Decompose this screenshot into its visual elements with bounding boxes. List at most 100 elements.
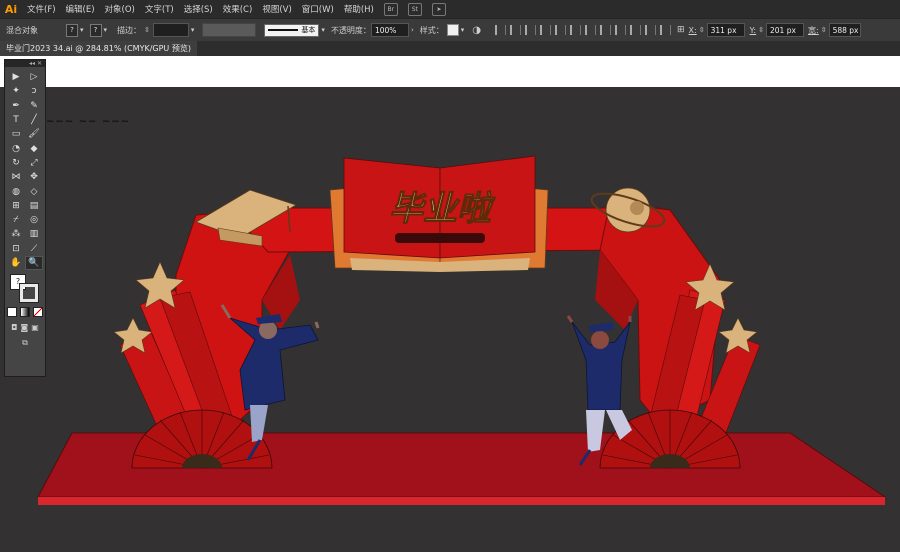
hand-tool-icon[interactable]: ✋ xyxy=(7,256,25,270)
screen-mode-icon[interactable]: ⧉ xyxy=(22,338,28,348)
screen-mode-row: ⧉ xyxy=(5,338,45,348)
rotate-tool-icon[interactable]: ↻ xyxy=(7,156,25,170)
menu-item[interactable]: 效果(C) xyxy=(218,3,258,15)
shaper-tool-icon[interactable]: ◔ xyxy=(7,141,25,155)
menu-item[interactable]: 文字(T) xyxy=(140,3,179,15)
align-middle-icon[interactable] xyxy=(555,25,566,35)
draw-inside-icon[interactable]: ▣ xyxy=(31,323,39,332)
symbol-sprayer-icon[interactable]: ⁂ xyxy=(7,227,25,241)
draw-behind-icon[interactable]: ◙ xyxy=(21,323,29,332)
graph-tool-icon[interactable]: ▥ xyxy=(25,227,43,241)
line-tool-icon[interactable]: ╱ xyxy=(25,113,43,127)
menu-item[interactable]: 选择(S) xyxy=(179,3,218,15)
chevron-down-icon[interactable]: ▾ xyxy=(321,26,325,34)
stroke-swatch[interactable] xyxy=(20,284,38,303)
align-controls xyxy=(491,25,671,35)
chevron-right-icon[interactable]: › xyxy=(411,26,414,34)
stroke-weight-label: 描边： xyxy=(117,25,142,35)
distribute-top-icon[interactable] xyxy=(585,25,596,35)
stepper-icon[interactable]: ⇳ xyxy=(144,26,150,34)
rectangle-tool-icon[interactable]: ▭ xyxy=(7,127,25,141)
align-center-icon[interactable] xyxy=(510,25,521,35)
menu-item[interactable]: 视图(V) xyxy=(257,3,296,15)
x-input[interactable]: 311 px xyxy=(706,23,745,37)
type-tool-icon[interactable]: T xyxy=(7,113,25,127)
menu-item[interactable]: 帮助(H) xyxy=(339,3,379,15)
stroke-style-dropdown[interactable]: 基本 xyxy=(264,23,320,37)
stepper-icon[interactable]: ⇳ xyxy=(699,26,705,34)
menu-bar: Ai 文件(F) 编辑(E) 对象(O) 文字(T) 选择(S) 效果(C) 视图(V) 窗口… xyxy=(0,0,900,18)
distribute-center-icon[interactable] xyxy=(645,25,656,35)
chevron-down-icon[interactable]: ▾ xyxy=(104,26,108,34)
graduation-arch-artwork[interactable]: 毕业啦 xyxy=(0,87,900,552)
gradient-mode-icon[interactable] xyxy=(20,307,30,318)
opacity-label: 不透明度： xyxy=(330,25,371,35)
recolor-artwork-icon[interactable]: ◑ xyxy=(472,25,481,36)
color-mode-buttons xyxy=(5,307,45,318)
eraser-icon[interactable]: ◆ xyxy=(25,141,43,155)
document-tab[interactable]: 毕业门2023 34.ai @ 284.81% (CMYK/GPU 预览) xyxy=(0,41,197,56)
mesh-tool-icon[interactable]: ⊞ xyxy=(7,199,25,213)
y-input[interactable]: 201 px xyxy=(766,23,805,37)
eyedropper-icon[interactable]: ⌿ xyxy=(7,213,25,227)
menu-item[interactable]: 文件(F) xyxy=(22,3,61,15)
chevron-down-icon[interactable]: ▾ xyxy=(80,26,84,34)
stepper-icon[interactable]: ⇳ xyxy=(758,26,764,34)
graphic-style-swatch[interactable] xyxy=(446,24,459,36)
slice-tool-icon[interactable]: ⟋ xyxy=(25,242,43,256)
menu-item[interactable]: 窗口(W) xyxy=(297,3,339,15)
align-right-icon[interactable] xyxy=(525,25,536,35)
chevron-down-icon[interactable]: ▾ xyxy=(191,26,195,34)
none-mode-icon[interactable] xyxy=(33,307,43,318)
stepper-icon[interactable]: ⇳ xyxy=(821,26,827,34)
shape-builder-icon[interactable]: ◍ xyxy=(7,184,25,198)
selection-tool-icon[interactable]: ▶ xyxy=(7,70,25,84)
draw-normal-icon[interactable]: ◘ xyxy=(11,323,17,332)
lasso-icon[interactable]: ↄ xyxy=(25,84,43,98)
distribute-right-icon[interactable] xyxy=(660,25,671,35)
artboard-top-edge xyxy=(0,56,900,87)
w-input[interactable]: 588 px xyxy=(828,23,861,37)
canvas-stray-text: ~~~ ~~ ~~~ xyxy=(46,116,130,127)
gradient-tool-icon[interactable]: ▤ xyxy=(25,199,43,213)
direct-selection-tool-icon[interactable]: ▷ xyxy=(25,70,43,84)
distribute-middle-icon[interactable] xyxy=(600,25,611,35)
style-label: 样式： xyxy=(419,25,444,35)
scale-tool-icon[interactable]: ⤢ xyxy=(25,156,43,170)
menu-item[interactable]: 对象(O) xyxy=(100,3,140,15)
stage-floor-edge xyxy=(38,497,885,505)
selection-type-label: 混合对象 xyxy=(6,25,38,35)
stroke-swatch-control[interactable]: ? xyxy=(89,23,102,37)
transform-grid-icon[interactable]: ⊞ xyxy=(677,25,685,35)
bridge-icon[interactable]: Br xyxy=(383,2,398,16)
fill-swatch-control[interactable]: ? xyxy=(66,23,78,37)
stroke-weight-input[interactable] xyxy=(152,23,189,37)
magic-wand-icon[interactable]: ✦ xyxy=(7,84,25,98)
align-bottom-icon[interactable] xyxy=(570,25,581,35)
blend-tool-icon[interactable]: ◎ xyxy=(25,213,43,227)
gpu-rocket-icon[interactable]: ➤ xyxy=(431,2,446,16)
color-mode-icon[interactable] xyxy=(7,307,17,318)
variable-width-profile[interactable] xyxy=(202,23,257,37)
pen-tool-icon[interactable]: ✒ xyxy=(7,99,25,113)
control-bar: 混合对象 ? ▾ ? ▾ 描边： ⇳ ▾ 基本 ▾ 不透明度： 100% › 样… xyxy=(0,18,900,42)
chevron-down-icon[interactable]: ▾ xyxy=(461,26,465,34)
tools-panel-header[interactable]: ◂◂ ✕ xyxy=(5,60,45,67)
align-left-icon[interactable] xyxy=(495,25,506,35)
zoom-tool-icon[interactable]: 🔍 xyxy=(25,255,43,271)
width-tool-icon[interactable]: ⋈ xyxy=(7,170,25,184)
distribute-bottom-icon[interactable] xyxy=(615,25,626,35)
curvature-tool-icon[interactable]: ✎ xyxy=(25,99,43,113)
menu-item[interactable]: 编辑(E) xyxy=(61,3,100,15)
puppet-warp-icon[interactable]: ✥ xyxy=(25,170,43,184)
opacity-input[interactable]: 100% xyxy=(370,23,409,37)
align-top-icon[interactable] xyxy=(540,25,551,35)
distribute-left-icon[interactable] xyxy=(630,25,641,35)
artboard-tool-icon[interactable]: ⊡ xyxy=(7,242,25,256)
paintbrush-icon[interactable]: 🖌 xyxy=(25,127,43,141)
perspective-grid-icon[interactable]: ◇ xyxy=(25,184,43,198)
stock-icon[interactable]: St xyxy=(407,2,422,16)
stroke-style-label: 基本 xyxy=(301,26,316,34)
app-logo: Ai xyxy=(4,2,18,16)
fill-stroke-widget: ? xyxy=(8,274,42,303)
